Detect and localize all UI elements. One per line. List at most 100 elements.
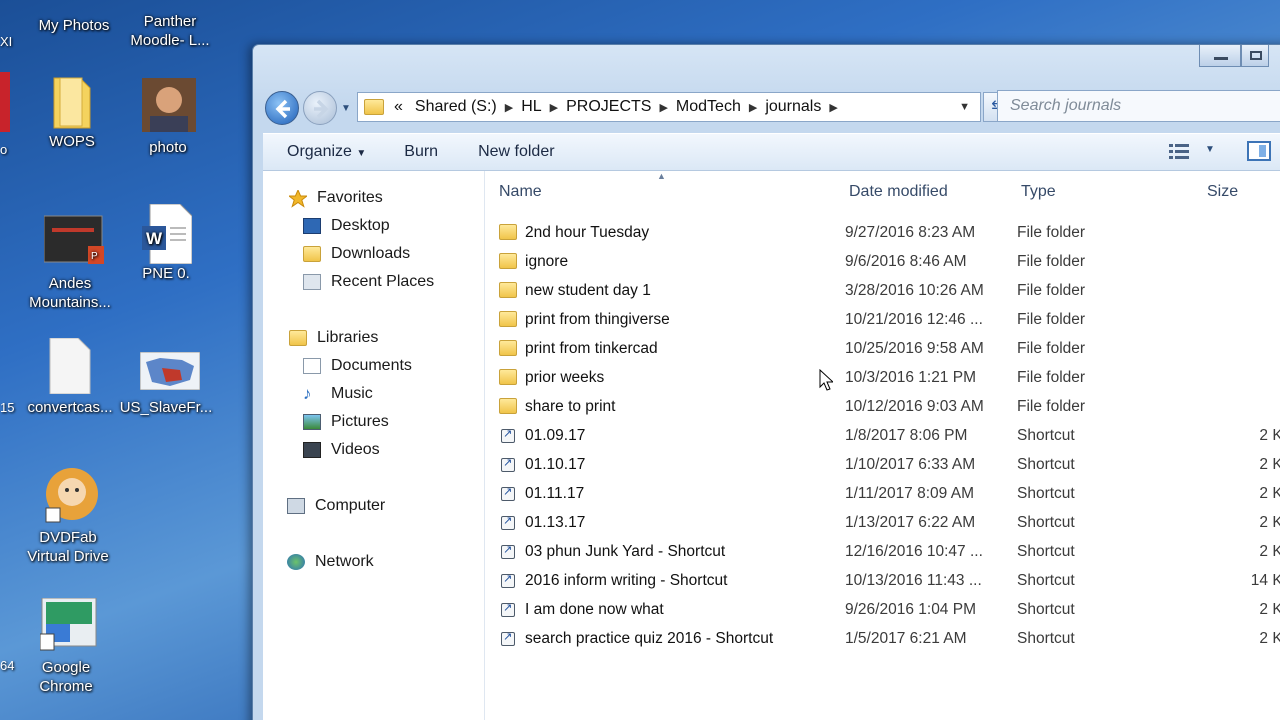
desktop-icon-label: convertcas... <box>27 399 113 416</box>
file-type: File folder <box>1017 369 1086 386</box>
file-name: 03 phun Junk Yard - Shortcut <box>525 543 726 560</box>
file-row[interactable]: I am done now what 9/26/2016 1:04 PM Short… <box>485 596 1280 624</box>
nav-network[interactable]: Network <box>287 553 374 571</box>
file-name: search practice quiz 2016 - Shortcut <box>525 630 774 647</box>
file-name: 01.10.17 <box>525 456 586 473</box>
column-header-type[interactable]: Type <box>1021 183 1056 201</box>
breadcrumb-modtech[interactable]: ModTech <box>670 98 747 116</box>
breadcrumb-projects[interactable]: PROJECTS <box>560 98 657 116</box>
folder-icon <box>499 282 517 298</box>
burn-button[interactable]: Burn <box>386 143 458 161</box>
search-input[interactable]: Search journals <box>997 90 1280 122</box>
desktop-icon-panther-moodle[interactable]: Panther Moodle- L... <box>120 0 220 50</box>
desktop-icon-dvdfab[interactable]: DVDFab Virtual Drive <box>18 464 118 566</box>
breadcrumb-journals[interactable]: journals <box>759 98 827 116</box>
file-type: File folder <box>1017 311 1086 328</box>
file-row[interactable]: prior weeks 10/3/2016 1:21 PM File folder <box>485 364 1280 392</box>
view-dropdown-icon[interactable]: ▼ <box>1205 144 1215 155</box>
file-row[interactable]: search practice quiz 2016 - Shortcut 1/5/… <box>485 625 1280 653</box>
file-date-modified: 10/3/2016 1:21 PM <box>845 369 976 386</box>
desktop-icon-us-slavefr[interactable]: US_SlaveFr... <box>116 351 216 417</box>
desktop-icon-photo[interactable]: photo <box>118 78 218 157</box>
nav-item-recent-places[interactable]: Recent Places <box>303 273 434 291</box>
organize-button[interactable]: Organize ▼ <box>263 143 386 161</box>
file-row[interactable]: 2016 inform writing - Shortcut 10/13/2016… <box>485 567 1280 595</box>
file-list: Name ▲ Date modified Type Size 2nd hour … <box>485 171 1280 720</box>
nav-item-music[interactable]: ♪ Music <box>303 385 373 403</box>
nav-item-videos[interactable]: Videos <box>303 441 380 459</box>
file-name: 01.13.17 <box>525 514 586 531</box>
file-row[interactable]: new student day 1 3/28/2016 10:26 AM File … <box>485 277 1280 305</box>
shortcut-icon <box>501 630 515 646</box>
maximize-button[interactable] <box>1241 45 1269 67</box>
shortcut-icon <box>501 572 515 588</box>
nav-item-label: Videos <box>331 441 380 458</box>
file-row[interactable]: 01.09.17 1/8/2017 8:06 PM Shortcut 2 KB <box>485 422 1280 450</box>
desktop-icon-label: DVDFab Virtual Drive <box>27 529 109 565</box>
desktop-icon-convertcas[interactable]: convertcas... <box>20 337 120 417</box>
file-name: prior weeks <box>525 369 605 386</box>
desktop-icon-label: Andes Mountains... <box>29 275 111 311</box>
desktop-icon-google-chrome[interactable]: Google Chrome <box>16 597 116 696</box>
svg-text:P: P <box>91 251 98 262</box>
column-header-date-modified[interactable]: Date modified <box>849 183 948 201</box>
nav-item-downloads[interactable]: Downloads <box>303 245 410 263</box>
file-date-modified: 9/27/2016 8:23 AM <box>845 224 976 241</box>
nav-libraries[interactable]: Libraries <box>289 329 378 347</box>
file-type: File folder <box>1017 253 1086 270</box>
desktop-icon-andes-mountains[interactable]: P Andes Mountains... <box>20 214 120 312</box>
nav-favorites-label: Favorites <box>317 189 383 206</box>
minimize-button[interactable] <box>1199 45 1241 67</box>
new-folder-button[interactable]: New folder <box>458 143 574 161</box>
breadcrumb-separator-icon[interactable]: ▶ <box>747 101 759 114</box>
breadcrumb-separator-icon[interactable]: ▶ <box>503 101 515 114</box>
breadcrumb-separator-icon[interactable]: ▶ <box>548 101 560 114</box>
file-row[interactable]: 2nd hour Tuesday 9/27/2016 8:23 AM File fo… <box>485 219 1280 247</box>
address-bar[interactable]: « Shared (S:) ▶ HL ▶ PROJECTS ▶ ModTech … <box>357 92 981 122</box>
file-row[interactable]: 01.11.17 1/11/2017 8:09 AM Shortcut 2 KB <box>485 480 1280 508</box>
file-row[interactable]: share to print 10/12/2016 9:03 AM File fol… <box>485 393 1280 421</box>
desktop-icon-wops[interactable]: WOPS <box>22 72 122 151</box>
desktop-icon-pne[interactable]: W PNE 0. <box>116 203 216 283</box>
forward-button[interactable] <box>303 91 337 125</box>
back-arrow-icon <box>275 99 290 119</box>
breadcrumb-hl[interactable]: HL <box>515 98 547 116</box>
file-type: Shortcut <box>1017 630 1075 647</box>
file-row[interactable]: print from thingiverse 10/21/2016 12:46 .… <box>485 306 1280 334</box>
nav-favorites[interactable]: Favorites <box>287 188 383 208</box>
breadcrumb-separator-icon[interactable]: ▶ <box>827 101 839 114</box>
column-header-size[interactable]: Size <box>1207 183 1238 201</box>
nav-item-documents[interactable]: Documents <box>303 357 412 375</box>
nav-computer[interactable]: Computer <box>287 497 385 515</box>
desktop-icon-my-photos[interactable]: My Photos <box>24 0 124 35</box>
edge-label-fragment: 64 <box>0 658 15 673</box>
recent-places-icon <box>303 274 321 290</box>
libraries-icon <box>289 330 307 346</box>
file-row[interactable]: 01.10.17 1/10/2017 6:33 AM Shortcut 2 KB <box>485 451 1280 479</box>
star-icon <box>287 188 309 208</box>
file-date-modified: 9/6/2016 8:46 AM <box>845 253 967 270</box>
file-date-modified: 1/13/2017 6:22 AM <box>845 514 976 531</box>
file-size: 2 KB <box>1259 514 1280 531</box>
recent-pages-dropdown-icon[interactable]: ▼ <box>341 103 351 114</box>
map-image-icon <box>139 351 201 394</box>
file-name: 2016 inform writing - Shortcut <box>525 572 728 589</box>
file-row[interactable]: 01.13.17 1/13/2017 6:22 AM Shortcut 2 KB <box>485 509 1280 537</box>
file-row[interactable]: print from tinkercad 10/25/2016 9:58 AM Fi… <box>485 335 1280 363</box>
nav-item-desktop[interactable]: Desktop <box>303 217 390 235</box>
file-row[interactable]: 03 phun Junk Yard - Shortcut 12/16/2016 1… <box>485 538 1280 566</box>
file-row[interactable]: ignore 9/6/2016 8:46 AM File folder <box>485 248 1280 276</box>
address-overflow-button[interactable]: « <box>388 98 409 116</box>
chrome-icon <box>39 597 97 654</box>
column-header-name[interactable]: Name <box>499 183 542 201</box>
address-history-dropdown-icon[interactable]: ▼ <box>949 101 980 113</box>
shortcut-icon <box>501 485 515 501</box>
nav-item-label: Music <box>331 385 373 402</box>
view-options-icon[interactable] <box>1169 143 1191 159</box>
nav-item-pictures[interactable]: Pictures <box>303 413 389 431</box>
back-button[interactable] <box>265 91 299 125</box>
breadcrumb-separator-icon[interactable]: ▶ <box>657 101 669 114</box>
preview-pane-icon[interactable] <box>1247 141 1271 161</box>
file-name: share to print <box>525 398 616 415</box>
breadcrumb-shared-drive[interactable]: Shared (S:) <box>409 98 503 116</box>
